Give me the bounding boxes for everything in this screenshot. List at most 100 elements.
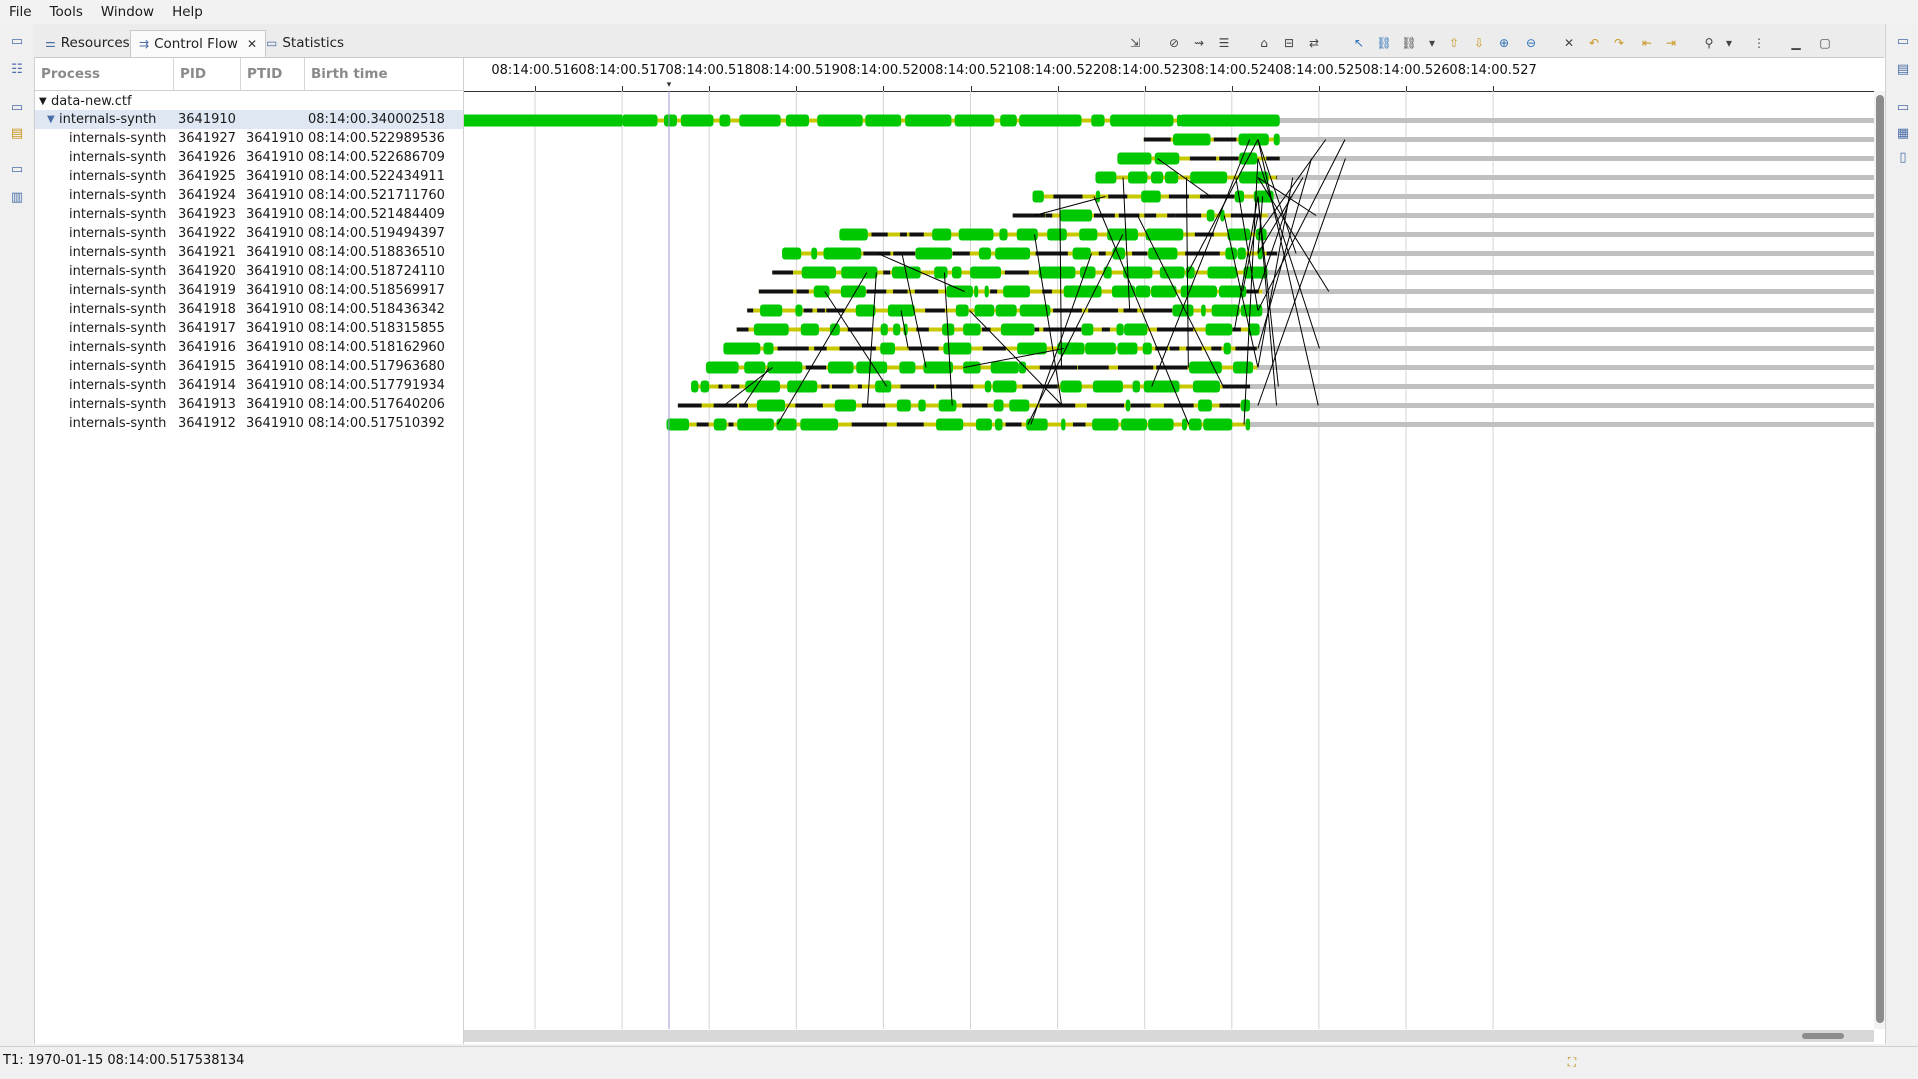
restore-icon[interactable]: ▭ [8, 98, 26, 116]
menu-file[interactable]: File [0, 4, 41, 20]
process-row[interactable]: internals-synth 3641925 3641910 08:14:00.52… [35, 167, 463, 186]
vertical-scrollbar[interactable] [1874, 91, 1885, 1029]
prev-event-icon[interactable]: ⇤ [1638, 34, 1656, 52]
running-state-bar [1132, 380, 1140, 393]
scroll-thumb[interactable] [1802, 1033, 1844, 1039]
running-state-bar [1190, 171, 1228, 184]
process-row[interactable]: internals-synth 3641919 3641910 08:14:00.51… [35, 281, 463, 300]
close-icon[interactable]: ✕ [247, 37, 257, 51]
next-marker-icon[interactable]: ↷ [1610, 34, 1628, 52]
process-row[interactable]: internals-synth 3641927 3641910 08:14:00.52… [35, 129, 463, 148]
next-event-icon[interactable]: ⇥ [1662, 34, 1680, 52]
more-icon[interactable]: ⋮ [1750, 34, 1768, 52]
process-row[interactable]: internals-synth 3641918 3641910 08:14:00.51… [35, 300, 463, 319]
running-state-bar [1189, 361, 1222, 374]
zoom-in-icon[interactable]: ⊕ [1495, 34, 1513, 52]
select-icon[interactable]: ↖ [1350, 34, 1368, 52]
process-row[interactable]: internals-synth 3641917 3641910 08:14:00.51… [35, 319, 463, 338]
running-state-bar [946, 285, 973, 298]
syscall-state-bar [866, 289, 887, 294]
restore-icon[interactable]: ▭ [8, 32, 26, 50]
syscall-state-bar [747, 308, 754, 313]
column-header-pid[interactable]: PID [174, 58, 241, 90]
timegraph[interactable] [464, 91, 1874, 1029]
horizontal-scrollbar[interactable] [464, 1030, 1874, 1042]
view-menu-icon[interactable]: ▾ [1720, 34, 1738, 52]
dropdown-icon[interactable]: ▾ [1423, 34, 1441, 52]
project-explorer-icon[interactable]: ☷ [8, 60, 26, 78]
hide-arrows-icon[interactable]: ⇝ [1190, 34, 1208, 52]
next-icon[interactable]: ⇩ [1470, 34, 1488, 52]
menu-window[interactable]: Window [92, 4, 163, 20]
process-row[interactable]: internals-synth 3641924 3641910 08:14:00.52… [35, 186, 463, 205]
birth-time: 08:14:00.518836510 [308, 245, 445, 260]
scroll-thumb[interactable] [1876, 95, 1884, 1023]
tab-statistics[interactable]: ▭ Statistics [258, 30, 352, 56]
running-state-bar [1198, 399, 1212, 412]
tab-resources[interactable]: ⚌ Resources [37, 30, 138, 56]
process-row[interactable]: internals-synth 3641916 3641910 08:14:00.51… [35, 338, 463, 357]
previous-icon[interactable]: ⇧ [1445, 34, 1463, 52]
column-header-ptid[interactable]: PTID [241, 58, 305, 90]
tab-control-flow[interactable]: ⇉ Control Flow ✕ [130, 30, 267, 57]
menu-tools[interactable]: Tools [41, 4, 92, 20]
process-row[interactable]: internals-synth 3641923 3641910 08:14:00.52… [35, 205, 463, 224]
birth-time: 08:14:00.518724110 [308, 264, 445, 279]
running-state-bar [952, 266, 962, 279]
syscall-state-bar [1101, 327, 1110, 332]
sync-icon[interactable]: ⇄ [1305, 34, 1323, 52]
running-state-bar [817, 114, 863, 127]
tab-label: Statistics [282, 35, 345, 51]
remove-markers-icon[interactable]: ✕ [1560, 34, 1578, 52]
home-icon[interactable]: ⌂ [1255, 34, 1273, 52]
running-state-bar [785, 114, 809, 127]
minimize-icon[interactable]: ▁ [1787, 34, 1805, 52]
cursor-marker-icon[interactable]: ▾ [667, 80, 672, 90]
properties-icon[interactable]: ▤ [8, 124, 26, 142]
process-row[interactable]: internals-synth 3641912 3641910 08:14:00.51… [35, 414, 463, 433]
maximize-icon[interactable]: ▢ [1816, 34, 1834, 52]
menu-help[interactable]: Help [163, 4, 212, 20]
pin-icon[interactable]: ⚲ [1700, 34, 1718, 52]
restore-icon[interactable]: ▭ [8, 160, 26, 178]
syscall-state-bar [1169, 346, 1180, 351]
time-range-icon[interactable]: ⊟ [1280, 34, 1298, 52]
column-header-process[interactable]: Process [35, 58, 174, 90]
syscall-state-bar [1004, 270, 1029, 275]
zoom-out-icon[interactable]: ⊖ [1522, 34, 1540, 52]
process-name: internals-synth [69, 131, 167, 146]
expand-triangle-icon[interactable]: ▼ [39, 92, 47, 111]
running-state-bar [1125, 399, 1131, 412]
event-table-icon[interactable]: ▦ [1894, 124, 1912, 142]
restore-icon[interactable]: ▭ [1894, 32, 1912, 50]
launch-icon[interactable]: ⛶ [1562, 1052, 1582, 1072]
process-row[interactable]: internals-synth 3641915 3641910 08:14:00.51… [35, 357, 463, 376]
running-state-bar [756, 399, 786, 412]
process-row[interactable]: internals-synth 3641921 3641910 08:14:00.51… [35, 243, 463, 262]
restore-icon[interactable]: ▭ [1894, 98, 1912, 116]
bookmarks-icon[interactable]: ▯ [1894, 148, 1912, 166]
unlink-icon[interactable]: ⛓ [1400, 34, 1418, 52]
process-row[interactable]: internals-synth 3641914 3641910 08:14:00.51… [35, 376, 463, 395]
running-state-bar [737, 418, 774, 431]
unknown-state-bar [1262, 308, 1874, 313]
running-state-bar [1095, 171, 1117, 184]
process-row[interactable]: internals-synth 3641922 3641910 08:14:00.51… [35, 224, 463, 243]
link-icon[interactable]: ⛓ [1375, 34, 1393, 52]
histogram-icon[interactable]: ▥ [8, 188, 26, 206]
trace-row[interactable]: ▼ data-new.ctf [35, 92, 463, 111]
column-header-birth-time[interactable]: Birth time [305, 58, 463, 90]
process-row-parent[interactable]: ▼ internals-synth 3641910 08:14:00.34000251… [35, 110, 463, 129]
filter-icon[interactable]: ⊘ [1165, 34, 1183, 52]
time-scale[interactable]: 08:14:00.516 08:14:00.517 08:14:00.518 08:1… [464, 58, 1874, 92]
process-row[interactable]: internals-synth 3641913 3641910 08:14:00.51… [35, 395, 463, 414]
process-row[interactable]: internals-synth 3641920 3641910 08:14:00.51… [35, 262, 463, 281]
prev-marker-icon[interactable]: ↶ [1585, 34, 1603, 52]
expand-triangle-icon[interactable]: ▼ [47, 110, 55, 129]
process-row[interactable]: internals-synth 3641926 3641910 08:14:00.52… [35, 148, 463, 167]
legend-icon[interactable]: ☰ [1215, 34, 1233, 52]
export-icon[interactable]: ⇲ [1126, 34, 1144, 52]
birth-time: 08:14:00.521484409 [308, 207, 445, 222]
outline-icon[interactable]: ▤ [1894, 60, 1912, 78]
running-state-bar [723, 342, 761, 355]
